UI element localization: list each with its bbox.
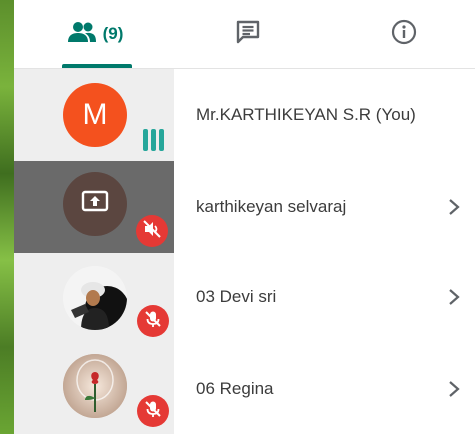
- people-count: (9): [102, 24, 124, 43]
- tab-info[interactable]: [364, 0, 444, 68]
- avatar-letter: M: [82, 98, 108, 131]
- tab-people[interactable]: (9): [42, 0, 148, 68]
- chevron-right-icon[interactable]: [446, 287, 462, 307]
- tab-chat[interactable]: [204, 0, 292, 68]
- participant-name: Mr.KARTHIKEYAN S.R (You): [196, 105, 416, 124]
- participant-row[interactable]: karthikeyan selvaraj: [14, 161, 475, 253]
- participant-row[interactable]: 03 Devi sri: [14, 253, 475, 341]
- chat-icon: [235, 19, 261, 50]
- people-icon: [67, 21, 97, 48]
- participant-row[interactable]: 06 Regina: [14, 341, 475, 434]
- mic-muted-badge: [137, 395, 169, 427]
- background-video-strip: [0, 0, 14, 434]
- participant-name: 03 Devi sri: [196, 287, 277, 306]
- meeting-people-panel: (9) M Mr.KARTHIKEYAN S.R (You) karthikey…: [0, 0, 475, 434]
- participant-row[interactable]: M Mr.KARTHIKEYAN S.R (You): [14, 69, 475, 161]
- chevron-right-icon[interactable]: [446, 197, 462, 217]
- muted-speaker-icon: [142, 219, 162, 244]
- participant-name: 06 Regina: [196, 379, 274, 398]
- mic-muted-badge: [137, 305, 169, 337]
- side-panel: (9) M Mr.KARTHIKEYAN S.R (You) karthikey…: [14, 0, 475, 434]
- active-tab-indicator: [62, 64, 132, 68]
- participant-name: karthikeyan selvaraj: [196, 197, 347, 216]
- mic-muted-icon: [143, 309, 163, 334]
- speaker-muted-badge: [136, 215, 168, 247]
- mic-muted-icon: [143, 399, 163, 424]
- chevron-right-icon[interactable]: [446, 379, 462, 399]
- info-icon: [391, 19, 417, 50]
- avatar: M: [63, 83, 127, 147]
- present-screen-icon: [80, 189, 110, 220]
- speaking-bars-icon: [143, 129, 165, 151]
- avatar: [63, 172, 127, 236]
- avatar-photo: [63, 354, 127, 418]
- avatar-photo: [63, 266, 127, 330]
- panel-tabs: (9): [14, 0, 475, 69]
